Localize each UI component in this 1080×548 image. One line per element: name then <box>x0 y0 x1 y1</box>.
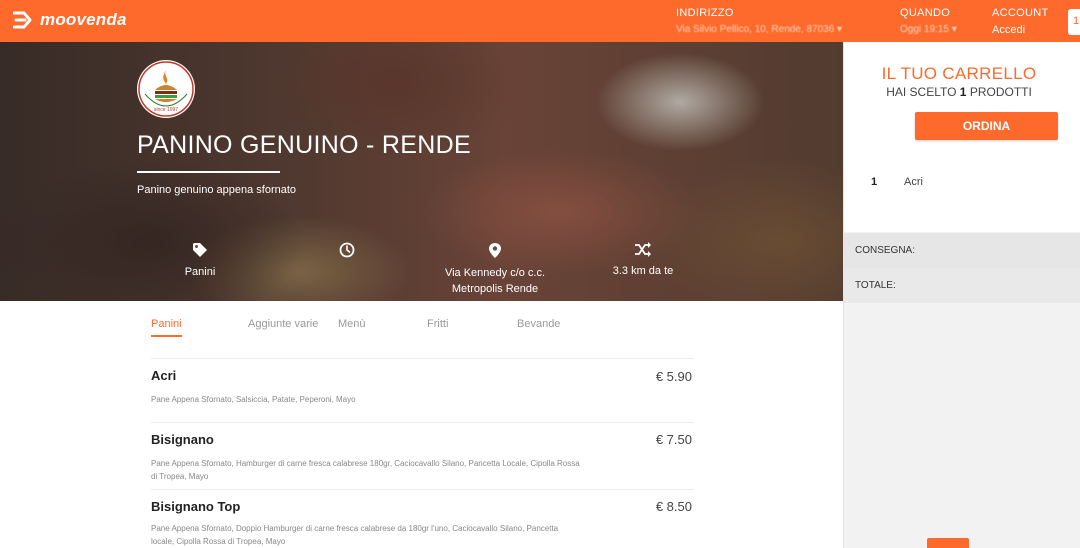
restaurant-tagline: Panino genuino appena sfornato <box>137 184 297 196</box>
brand-name: moovenda <box>40 10 127 29</box>
tab-fritti[interactable]: Fritti <box>427 318 448 330</box>
cart-count-suffix: PRODOTTI <box>969 85 1032 99</box>
cart-line-quantity: 1 <box>871 176 878 188</box>
cart-badge[interactable]: 1 <box>1068 9 1080 35</box>
title-divider <box>137 171 280 173</box>
menu-item-name[interactable]: Bisignano <box>151 432 214 447</box>
tab-menu[interactable]: Menù <box>338 318 366 330</box>
menu-item-desc: Pane Appena Sfornato, Doppio Hamburger d… <box>151 524 559 546</box>
cart-count-text: HAI SCELTO 1 PRODOTTI <box>844 85 1074 99</box>
shuffle-icon <box>635 242 651 257</box>
address-value[interactable]: Via Silvio Pellico, 10, Rende, 87036 ▾ <box>676 24 842 35</box>
menu-divider <box>151 422 693 423</box>
info-distance: 3.3 km da te <box>563 242 723 279</box>
menu-item-price: € 8.50 <box>655 499 692 514</box>
menu-item-name[interactable]: Acri <box>151 368 176 383</box>
cart-line-name: Acri <box>904 176 923 188</box>
tab-bevande[interactable]: Bevande <box>517 318 560 330</box>
address-label: INDIRIZZO <box>676 7 734 19</box>
menu-item-desc: Pane Appena Sfornato, Hamburger di carne… <box>151 459 580 481</box>
menu-divider <box>151 358 693 359</box>
menu-item-desc: Pane Appena Sfornato, Salsiccia, Patate,… <box>151 395 356 404</box>
account-menu[interactable]: ACCOUNT Accedi <box>992 7 1049 36</box>
info-distance-text: 3.3 km da te <box>612 265 674 277</box>
tab-aggiunte-varie[interactable]: Aggiunte varie <box>248 318 318 330</box>
info-category: Panini <box>120 242 280 280</box>
restaurant-logo: since 1997 <box>137 60 195 118</box>
restaurant-logo-image: since 1997 <box>138 61 194 117</box>
cart-count-prefix: HAI SCELTO <box>886 85 957 99</box>
info-category-text: Panini <box>184 266 216 278</box>
tag-icon <box>193 243 207 257</box>
when-value[interactable]: Oggi 19:15 ▾ <box>900 24 957 35</box>
cart-title: IL TUO CARRELLO <box>881 64 1037 83</box>
menu-divider <box>151 489 693 490</box>
floating-action-button[interactable] <box>927 538 969 548</box>
clock-icon <box>339 242 355 258</box>
cart-delivery-row: CONSEGNA: <box>844 233 1080 268</box>
order-button[interactable]: ORDINA <box>915 112 1058 140</box>
top-navigation-bar: moovenda INDIRIZZO Via Silvio Pellico, 1… <box>0 0 1080 42</box>
moovenda-logo-icon <box>13 11 32 29</box>
tab-panini[interactable]: Panini <box>151 318 182 330</box>
info-hours[interactable] <box>267 242 427 264</box>
cart-count-number: 1 <box>959 85 967 99</box>
svg-text:since 1997: since 1997 <box>154 107 178 113</box>
restaurant-hero: since 1997 PANINO GENUINO - RENDE Panino… <box>0 42 843 301</box>
menu-item-name[interactable]: Bisignano Top <box>151 499 240 514</box>
cart-panel: IL TUO CARRELLO HAI SCELTO 1 PRODOTTI OR… <box>843 42 1080 548</box>
when-label: QUANDO <box>900 7 951 19</box>
cart-summary: IL TUO CARRELLO HAI SCELTO 1 PRODOTTI OR… <box>844 42 1080 232</box>
time-selector[interactable]: QUANDO Oggi 19:15 ▾ <box>900 7 957 35</box>
menu-item-price: € 7.50 <box>655 432 692 447</box>
login-link[interactable]: Accedi <box>992 24 1049 36</box>
moovenda-logo[interactable]: moovenda <box>10 9 127 31</box>
account-label: ACCOUNT <box>992 7 1049 19</box>
active-tab-indicator <box>151 335 182 337</box>
info-address: Via Kennedy c/o c.c. Metropolis Rende <box>415 242 575 297</box>
cart-total-row: TOTALE: <box>844 268 1080 303</box>
restaurant-title: PANINO GENUINO - RENDE <box>137 131 471 159</box>
delivery-label: CONSEGNA: <box>855 245 916 256</box>
map-pin-icon <box>489 243 501 258</box>
address-selector[interactable]: INDIRIZZO Via Silvio Pellico, 10, Rende,… <box>676 7 842 35</box>
menu-item-price: € 5.90 <box>655 369 692 384</box>
info-address-text: Via Kennedy c/o c.c. Metropolis Rende <box>444 267 546 295</box>
total-label: TOTALE: <box>855 280 896 291</box>
